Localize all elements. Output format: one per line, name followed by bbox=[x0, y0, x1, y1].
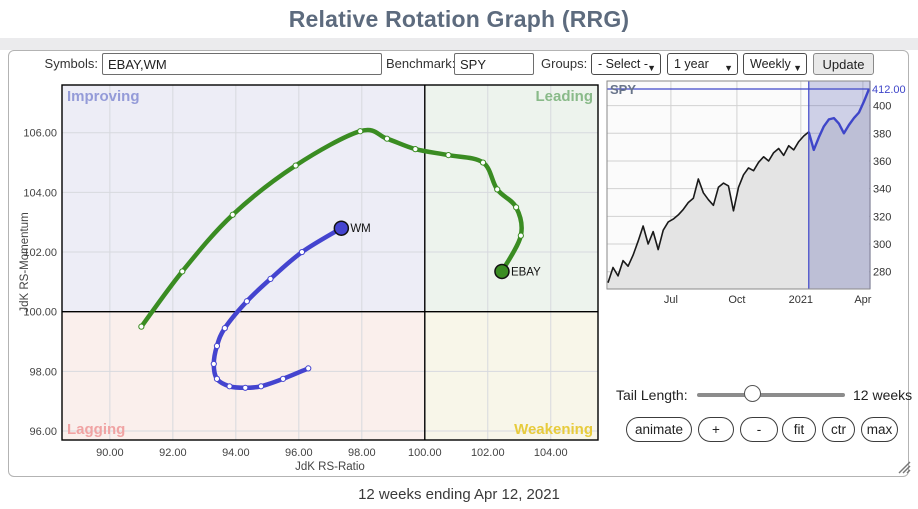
zoom-in-button[interactable]: + bbox=[698, 417, 734, 442]
svg-text:Leading: Leading bbox=[535, 88, 593, 105]
rrg-head-wm[interactable] bbox=[334, 221, 348, 235]
svg-text:380: 380 bbox=[873, 128, 891, 140]
svg-text:280: 280 bbox=[873, 267, 891, 279]
rrg-quadrants bbox=[62, 85, 598, 440]
page-title: Relative Rotation Graph (RRG) bbox=[289, 6, 630, 33]
center-button[interactable]: ctr bbox=[822, 417, 855, 442]
chevron-down-icon: ▼ bbox=[647, 58, 656, 78]
benchmark-chart[interactable]: 280 300 320 340 360 380 400 412.00 Jul Oct 2021 Apr… bbox=[604, 78, 918, 310]
svg-text:96.00: 96.00 bbox=[285, 447, 313, 459]
frequency-select-value: Weekly bbox=[750, 57, 791, 71]
max-button[interactable]: max bbox=[861, 417, 898, 442]
tail-length-slider-thumb[interactable] bbox=[744, 385, 761, 402]
rrg-x-axis-title: JdK RS-Ratio bbox=[295, 461, 365, 472]
period-select[interactable]: 1 year ▼ bbox=[667, 53, 738, 75]
rrg-app: Relative Rotation Graph (RRG) Symbols: B… bbox=[0, 0, 918, 509]
spy-last-price-label: 412.00 bbox=[872, 84, 906, 96]
svg-text:320: 320 bbox=[873, 211, 891, 223]
svg-text:400: 400 bbox=[873, 101, 891, 113]
animate-button[interactable]: animate bbox=[626, 417, 692, 442]
svg-text:Jul: Jul bbox=[664, 294, 678, 306]
benchmark-label: Benchmark: bbox=[386, 53, 450, 75]
svg-text:Apr: Apr bbox=[854, 294, 871, 306]
svg-text:96.00: 96.00 bbox=[29, 426, 57, 438]
footer-caption: 12 weeks ending Apr 12, 2021 bbox=[0, 486, 918, 503]
period-select-value: 1 year bbox=[674, 57, 709, 71]
svg-text:104.00: 104.00 bbox=[534, 447, 568, 459]
svg-text:Oct: Oct bbox=[728, 294, 745, 306]
svg-text:94.00: 94.00 bbox=[222, 447, 250, 459]
svg-text:90.00: 90.00 bbox=[96, 447, 124, 459]
svg-text:Weakening: Weakening bbox=[514, 421, 593, 438]
tail-length-slider-track[interactable] bbox=[697, 393, 845, 397]
rrg-head-ebay[interactable] bbox=[495, 264, 509, 278]
resize-handle-icon[interactable] bbox=[896, 459, 911, 474]
rrg-chart[interactable]: Improving Leading Lagging Weakening 96.00 98.… bbox=[14, 80, 604, 472]
zoom-out-button[interactable]: - bbox=[740, 417, 778, 442]
symbols-label: Symbols: bbox=[44, 53, 98, 75]
svg-text:102.00: 102.00 bbox=[471, 447, 505, 459]
fit-button[interactable]: fit bbox=[782, 417, 816, 442]
svg-text:Lagging: Lagging bbox=[67, 421, 125, 438]
svg-text:104.00: 104.00 bbox=[23, 187, 57, 199]
spy-x-tick-labels: Jul Oct 2021 Apr bbox=[664, 294, 872, 306]
groups-select[interactable]: - Select - ▼ bbox=[591, 53, 661, 75]
spy-y-tick-labels: 280 300 320 340 360 380 400 bbox=[873, 101, 891, 279]
header: Relative Rotation Graph (RRG) bbox=[0, 0, 918, 38]
svg-text:2021: 2021 bbox=[789, 294, 813, 306]
svg-text:98.00: 98.00 bbox=[348, 447, 376, 459]
benchmark-input[interactable] bbox=[454, 53, 534, 75]
update-button[interactable]: Update bbox=[813, 53, 874, 75]
svg-text:100.00: 100.00 bbox=[408, 447, 442, 459]
rrg-y-axis-title: JdK RS-Momentum bbox=[19, 212, 31, 312]
svg-text:340: 340 bbox=[873, 184, 891, 196]
spy-highlight-band bbox=[809, 81, 870, 289]
rrg-head-label: EBAY bbox=[511, 266, 541, 278]
chevron-down-icon: ▼ bbox=[793, 58, 802, 78]
tail-length-value: 12 weeks bbox=[853, 387, 912, 403]
svg-text:360: 360 bbox=[873, 156, 891, 168]
frequency-select[interactable]: Weekly ▼ bbox=[743, 53, 807, 75]
tail-length-label: Tail Length: bbox=[616, 387, 688, 403]
chevron-down-icon: ▼ bbox=[724, 58, 733, 78]
svg-text:92.00: 92.00 bbox=[159, 447, 187, 459]
header-divider bbox=[0, 38, 918, 50]
svg-text:Improving: Improving bbox=[67, 88, 140, 105]
groups-label: Groups: bbox=[541, 53, 587, 75]
svg-text:98.00: 98.00 bbox=[29, 366, 57, 378]
svg-text:106.00: 106.00 bbox=[23, 128, 57, 140]
spy-title: SPY bbox=[610, 82, 636, 97]
svg-text:300: 300 bbox=[873, 239, 891, 251]
groups-select-value: - Select - bbox=[598, 57, 648, 71]
symbols-input[interactable] bbox=[102, 53, 382, 75]
rrg-head-label: WM bbox=[350, 223, 370, 235]
